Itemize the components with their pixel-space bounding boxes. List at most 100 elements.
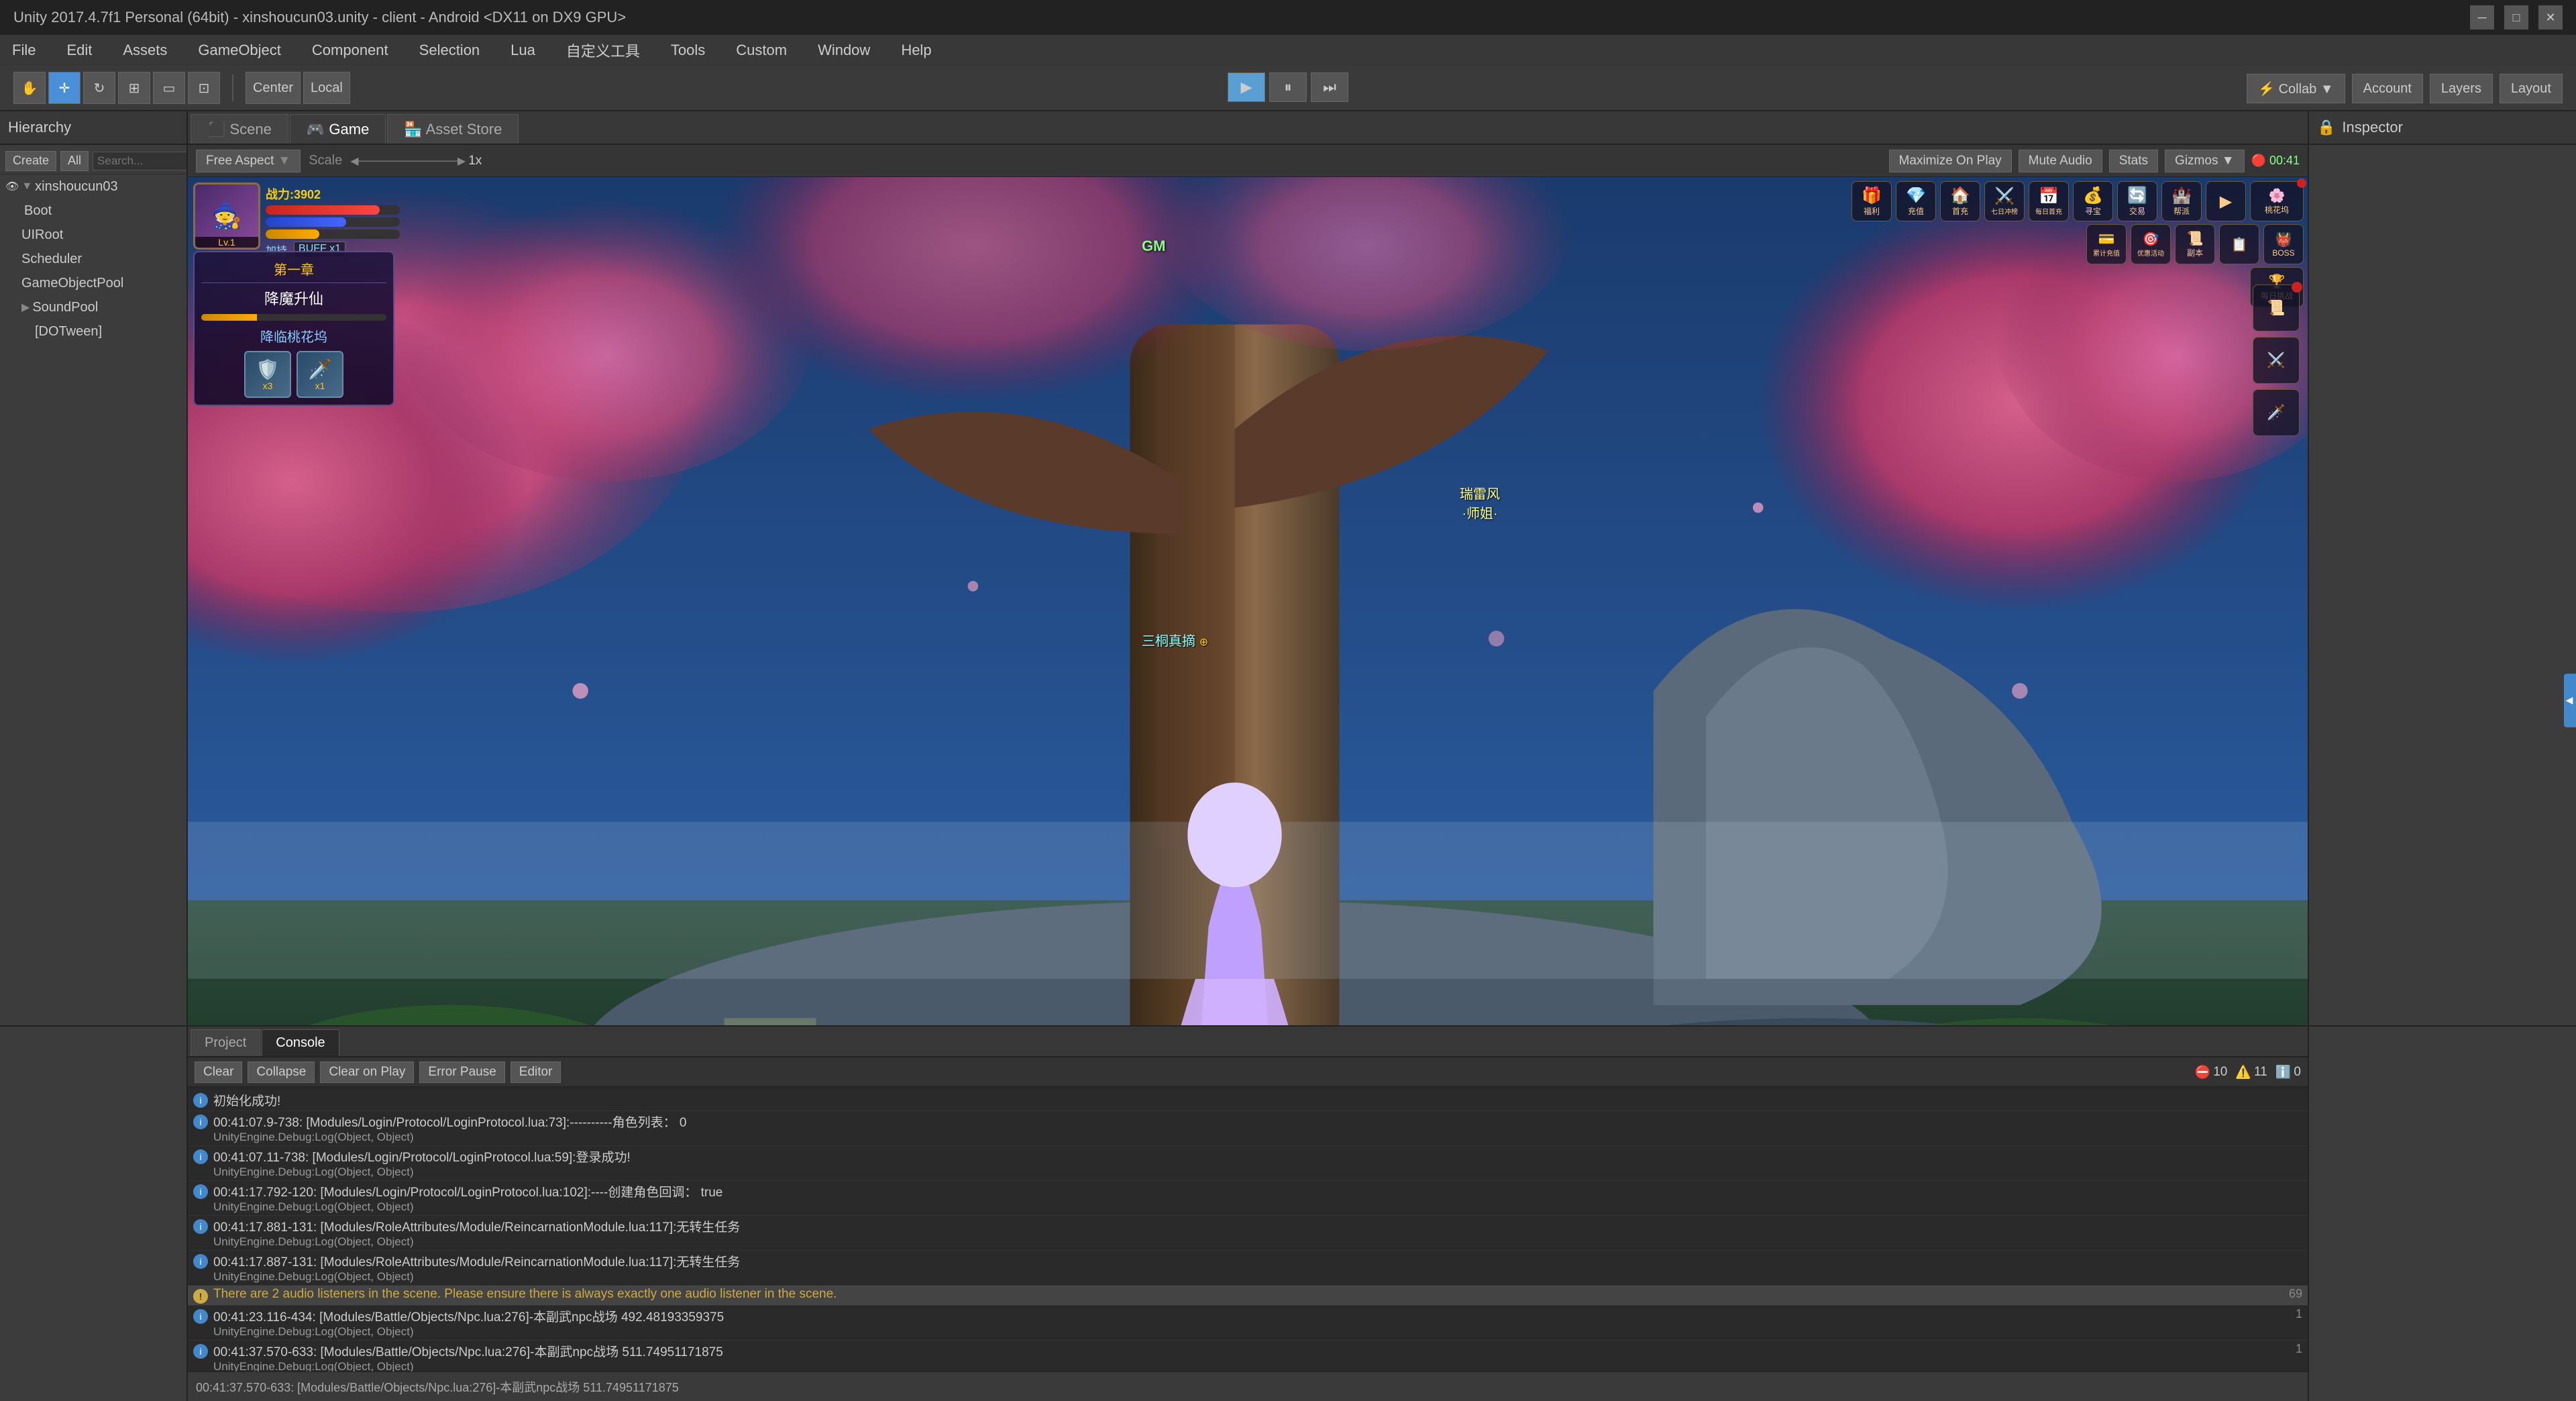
hand-tool[interactable]: ✋ xyxy=(13,72,46,104)
hierarchy-search[interactable] xyxy=(93,152,186,170)
console-toolbar: Clear Collapse Clear on Play Error Pause… xyxy=(188,1057,2308,1087)
hierarchy-item-gameobjectpool[interactable]: GameObjectPool xyxy=(0,271,186,295)
console-content: i 初始化成功! i 00:41:07.9-738: [Modules/Logi… xyxy=(188,1087,2308,1401)
clear-on-play-button[interactable]: Clear on Play xyxy=(320,1061,414,1083)
console-line-7[interactable]: i 00:41:23.116-434: [Modules/Battle/Obje… xyxy=(188,1306,2308,1341)
console-line-8[interactable]: i 00:41:37.570-633: [Modules/Battle/Obje… xyxy=(188,1341,2308,1376)
console-info-icon-4: i xyxy=(193,1219,208,1234)
menu-tools[interactable]: Tools xyxy=(665,39,710,62)
menu-custom-tools[interactable]: 自定义工具 xyxy=(561,37,645,64)
menu-bar: File Edit Assets GameObject Component Se… xyxy=(0,35,2576,66)
move-tool[interactable]: ✛ xyxy=(48,72,80,104)
hierarchy-label-dotween: [DOTween] xyxy=(35,324,102,340)
menu-selection[interactable]: Selection xyxy=(414,39,486,62)
mute-audio-btn[interactable]: Mute Audio xyxy=(2019,150,2102,172)
gizmos-btn[interactable]: Gizmos ▼ xyxy=(2165,150,2244,172)
menu-gameobject[interactable]: GameObject xyxy=(193,39,286,62)
hierarchy-item-scheduler[interactable]: Scheduler xyxy=(0,247,186,271)
playback-controls: ▶ ⏸ ⏭ xyxy=(1228,72,1348,102)
lock-icon: 🔒 xyxy=(2317,119,2335,136)
tabs-bar: ⬛ Scene 🎮 Game 🏪 Asset Store xyxy=(188,111,2308,145)
tab-project[interactable]: Project xyxy=(191,1029,260,1056)
hierarchy-item-soundpool[interactable]: ▶ SoundPool xyxy=(0,295,186,319)
pivot-group: Center Local xyxy=(246,72,350,104)
info-count-value: 0 xyxy=(2294,1065,2301,1080)
collapse-button[interactable]: Collapse xyxy=(248,1061,315,1083)
inspector-bottom-panel xyxy=(2308,1025,2576,1401)
console-text-8: 00:41:37.570-633: [Modules/Battle/Object… xyxy=(213,1342,723,1373)
menu-assets[interactable]: Assets xyxy=(117,39,172,62)
minimize-button[interactable]: ─ xyxy=(2470,5,2494,30)
right-edge-tab[interactable]: ◀ xyxy=(2564,674,2576,727)
tab-asset-store[interactable]: 🏪 Asset Store xyxy=(387,114,519,144)
scale-value: 1x xyxy=(468,154,482,168)
aspect-btn[interactable]: Free Aspect ▼ xyxy=(196,150,301,172)
play-button[interactable]: ▶ xyxy=(1228,72,1265,102)
console-line-5[interactable]: i 00:41:17.887-131: [Modules/RoleAttribu… xyxy=(188,1251,2308,1286)
tab-console[interactable]: Console xyxy=(262,1029,339,1056)
clear-button[interactable]: Clear xyxy=(195,1061,242,1083)
account-button[interactable]: Account xyxy=(2352,74,2423,103)
console-text-5: 00:41:17.887-131: [Modules/RoleAttribute… xyxy=(213,1252,740,1284)
step-button[interactable]: ⏭ xyxy=(1311,72,1348,102)
console-count-6: 69 xyxy=(2282,1287,2302,1301)
layers-button[interactable]: Layers xyxy=(2430,74,2493,103)
editor-button[interactable]: Editor xyxy=(511,1061,561,1083)
console-line-3[interactable]: i 00:41:17.792-120: [Modules/Login/Proto… xyxy=(188,1181,2308,1216)
pause-button[interactable]: ⏸ xyxy=(1269,72,1307,102)
menu-lua[interactable]: Lua xyxy=(505,39,541,62)
console-info-icon-0: i xyxy=(193,1093,208,1108)
hierarchy-item-dotween[interactable]: [DOTween] xyxy=(0,319,186,344)
stats-btn[interactable]: Stats xyxy=(2109,150,2158,172)
console-line-1[interactable]: i 00:41:07.9-738: [Modules/Login/Protoco… xyxy=(188,1111,2308,1146)
console-info-icon-3: i xyxy=(193,1184,208,1199)
console-line-2[interactable]: i 00:41:07.11-738: [Modules/Login/Protoc… xyxy=(188,1146,2308,1181)
right-edge-tab-label: ◀ xyxy=(2565,695,2575,706)
bottom-console: Project Console Clear Collapse Clear on … xyxy=(188,1025,2308,1401)
transform-tool[interactable]: ⊡ xyxy=(188,72,220,104)
hierarchy-item-uiroot[interactable]: UIRoot xyxy=(0,223,186,247)
game-time: 🔴 00:41 xyxy=(2251,154,2300,168)
error-pause-button[interactable]: Error Pause xyxy=(419,1061,504,1083)
tab-scene[interactable]: ⬛ Scene xyxy=(191,114,288,144)
menu-edit[interactable]: Edit xyxy=(61,39,97,62)
hierarchy-header: Hierarchy xyxy=(0,111,186,145)
scale-tool[interactable]: ⊞ xyxy=(118,72,150,104)
maximize-button[interactable]: □ xyxy=(2504,5,2528,30)
console-tabs: Project Console xyxy=(188,1027,2308,1057)
console-text-3: 00:41:17.792-120: [Modules/Login/Protoco… xyxy=(213,1182,722,1214)
pivot-btn[interactable]: Center xyxy=(246,72,301,104)
console-text-0: 初始化成功! xyxy=(213,1091,280,1109)
hierarchy-title: Hierarchy xyxy=(8,119,71,136)
space-btn[interactable]: Local xyxy=(303,72,350,104)
console-line-4[interactable]: i 00:41:17.881-131: [Modules/RoleAttribu… xyxy=(188,1216,2308,1251)
hierarchy-item-xinshoucun03[interactable]: 👁 ▼ xinshoucun03 xyxy=(0,174,186,199)
warn-icon: ⚠️ xyxy=(2235,1064,2251,1080)
separator-1 xyxy=(232,74,233,101)
menu-component[interactable]: Component xyxy=(307,39,394,62)
error-count-value: 10 xyxy=(2213,1065,2227,1080)
hierarchy-label-uiroot: UIRoot xyxy=(21,227,63,243)
menu-custom[interactable]: Custom xyxy=(731,39,792,62)
hierarchy-item-boot[interactable]: Boot xyxy=(0,199,186,223)
menu-file[interactable]: File xyxy=(7,39,41,62)
maximize-on-play-btn[interactable]: Maximize On Play xyxy=(1889,150,2012,172)
rotate-tool[interactable]: ↻ xyxy=(83,72,115,104)
console-count-8: 1 xyxy=(2282,1342,2302,1356)
hierarchy-label-boot: Boot xyxy=(24,203,52,219)
game-toolbar-right: Maximize On Play Mute Audio Stats Gizmos… xyxy=(1889,150,2300,172)
title-bar: Unity 2017.4.7f1 Personal (64bit) - xins… xyxy=(0,0,2576,35)
close-button[interactable]: ✕ xyxy=(2538,5,2563,30)
collab-button[interactable]: ⚡ Collab ▼ xyxy=(2247,74,2345,103)
error-count: ⛔ 10 xyxy=(2195,1064,2228,1080)
console-warn-icon-6: ! xyxy=(193,1289,208,1304)
tab-game[interactable]: 🎮 Game xyxy=(290,114,386,144)
all-button[interactable]: All xyxy=(60,151,89,171)
console-line-0[interactable]: i 初始化成功! xyxy=(188,1090,2308,1111)
rect-tool[interactable]: ▭ xyxy=(153,72,185,104)
menu-window[interactable]: Window xyxy=(812,39,875,62)
layout-button[interactable]: Layout xyxy=(2500,74,2563,103)
create-button[interactable]: Create xyxy=(5,151,56,171)
console-line-6[interactable]: ! There are 2 audio listeners in the sce… xyxy=(188,1286,2308,1306)
menu-help[interactable]: Help xyxy=(896,39,936,62)
